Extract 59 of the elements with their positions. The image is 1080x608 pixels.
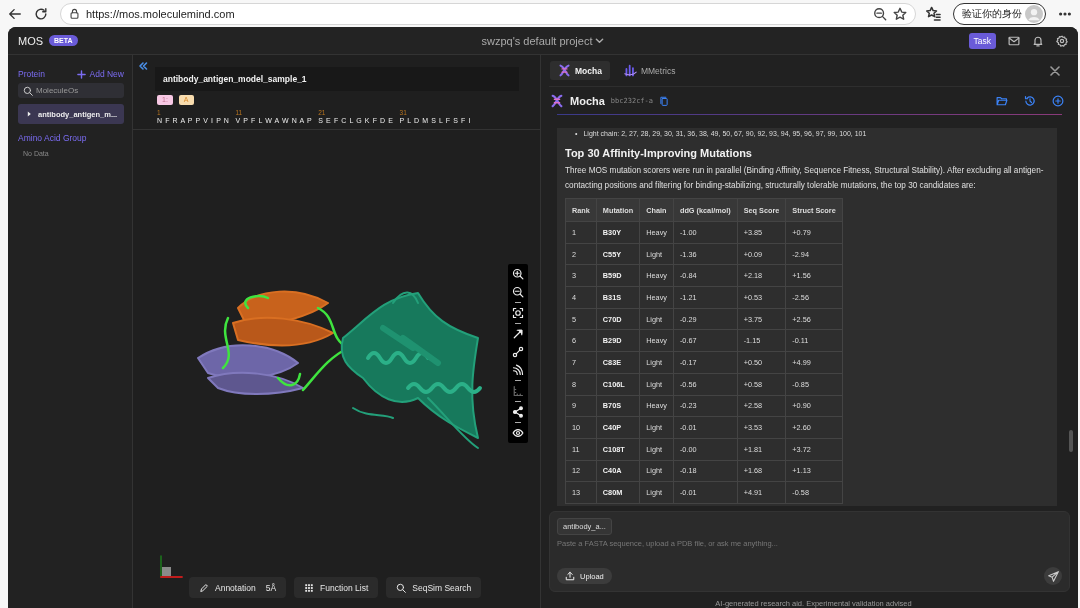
new-chat-icon[interactable] [1052, 94, 1064, 107]
caret-icon [595, 36, 605, 45]
expand-caret-icon[interactable] [26, 111, 32, 117]
helix-logo-icon [558, 64, 571, 77]
search-input[interactable]: MoleculeOs [36, 86, 116, 95]
folder-icon[interactable] [996, 94, 1008, 107]
mail-icon[interactable] [1008, 34, 1020, 47]
arrow-icon[interactable] [512, 328, 524, 340]
share-icon[interactable] [512, 406, 524, 418]
send-button[interactable] [1044, 567, 1062, 585]
annotation-button[interactable]: Annotation 5Å [189, 577, 287, 598]
assistant-tab[interactable]: MMetrics [615, 61, 684, 80]
star-icon[interactable] [893, 6, 907, 21]
section-title: Amino Acid Group [18, 133, 88, 143]
add-new-button[interactable]: Add New [76, 69, 124, 79]
search-icon [23, 85, 33, 96]
address-bar[interactable]: https://mos.moleculemind.com [60, 2, 916, 25]
zoom-out-icon[interactable] [873, 6, 887, 21]
favorites-icon[interactable] [926, 6, 941, 21]
lock-icon [69, 8, 80, 19]
axes-drawing [157, 554, 183, 580]
send-icon [1047, 570, 1059, 582]
bell-icon[interactable] [1032, 34, 1044, 47]
zoom-out-icon[interactable] [512, 286, 524, 298]
back-icon[interactable] [8, 6, 22, 21]
scrollbar-thumb[interactable] [1069, 430, 1073, 452]
paragraph: Three MOS mutation scorers were run in parallel (Binding Affinity, Sequence Fitness, Structural Stability). After excluding all antigen-contacting positions and filtering for binding-stabilizing, structurally tolerable mutations, the top 30 candidates are: [565, 165, 1045, 192]
search-field[interactable]: MoleculeOs [18, 83, 124, 98]
chart-logo-icon [623, 64, 637, 77]
zoom-in-icon[interactable] [512, 268, 524, 280]
close-icon[interactable] [1050, 65, 1060, 76]
brand-name: MOS [18, 34, 44, 47]
wave-icon[interactable] [512, 364, 524, 376]
project-selector[interactable]: swzpq's default project [481, 34, 605, 47]
structure-title: antibody_antigen_model_sample_1 [155, 67, 519, 91]
copy-icon[interactable] [659, 95, 669, 106]
focus-icon[interactable] [512, 307, 524, 319]
assistant-name: Mocha [570, 94, 605, 107]
function-list-button[interactable]: Function List [294, 577, 379, 598]
grid-icon [304, 582, 315, 593]
assistant-tab[interactable]: Mocha [550, 61, 610, 80]
reload-icon[interactable] [34, 6, 48, 21]
link-icon[interactable] [512, 346, 524, 358]
plus-icon [76, 69, 86, 79]
pencil-icon [199, 582, 209, 593]
url-text: https://mos.moleculemind.com [86, 7, 235, 20]
profile-button[interactable]: 验证你的身份 [953, 2, 1046, 25]
task-button[interactable]: Task [968, 32, 996, 49]
seqsim-search-button[interactable]: SeqSim Search [386, 577, 482, 598]
eye-icon[interactable] [512, 427, 524, 439]
search-icon [396, 582, 407, 593]
collapse-icon[interactable] [138, 61, 148, 71]
settings-icon[interactable] [1056, 34, 1068, 47]
upload-icon [565, 571, 575, 581]
helix-logo-icon [550, 93, 564, 108]
history-icon[interactable] [1024, 94, 1036, 107]
section-title: Protein [18, 69, 45, 79]
avatar-icon [1025, 4, 1043, 23]
section-heading: Top 30 Affinity-Improving Mutations [565, 147, 753, 159]
